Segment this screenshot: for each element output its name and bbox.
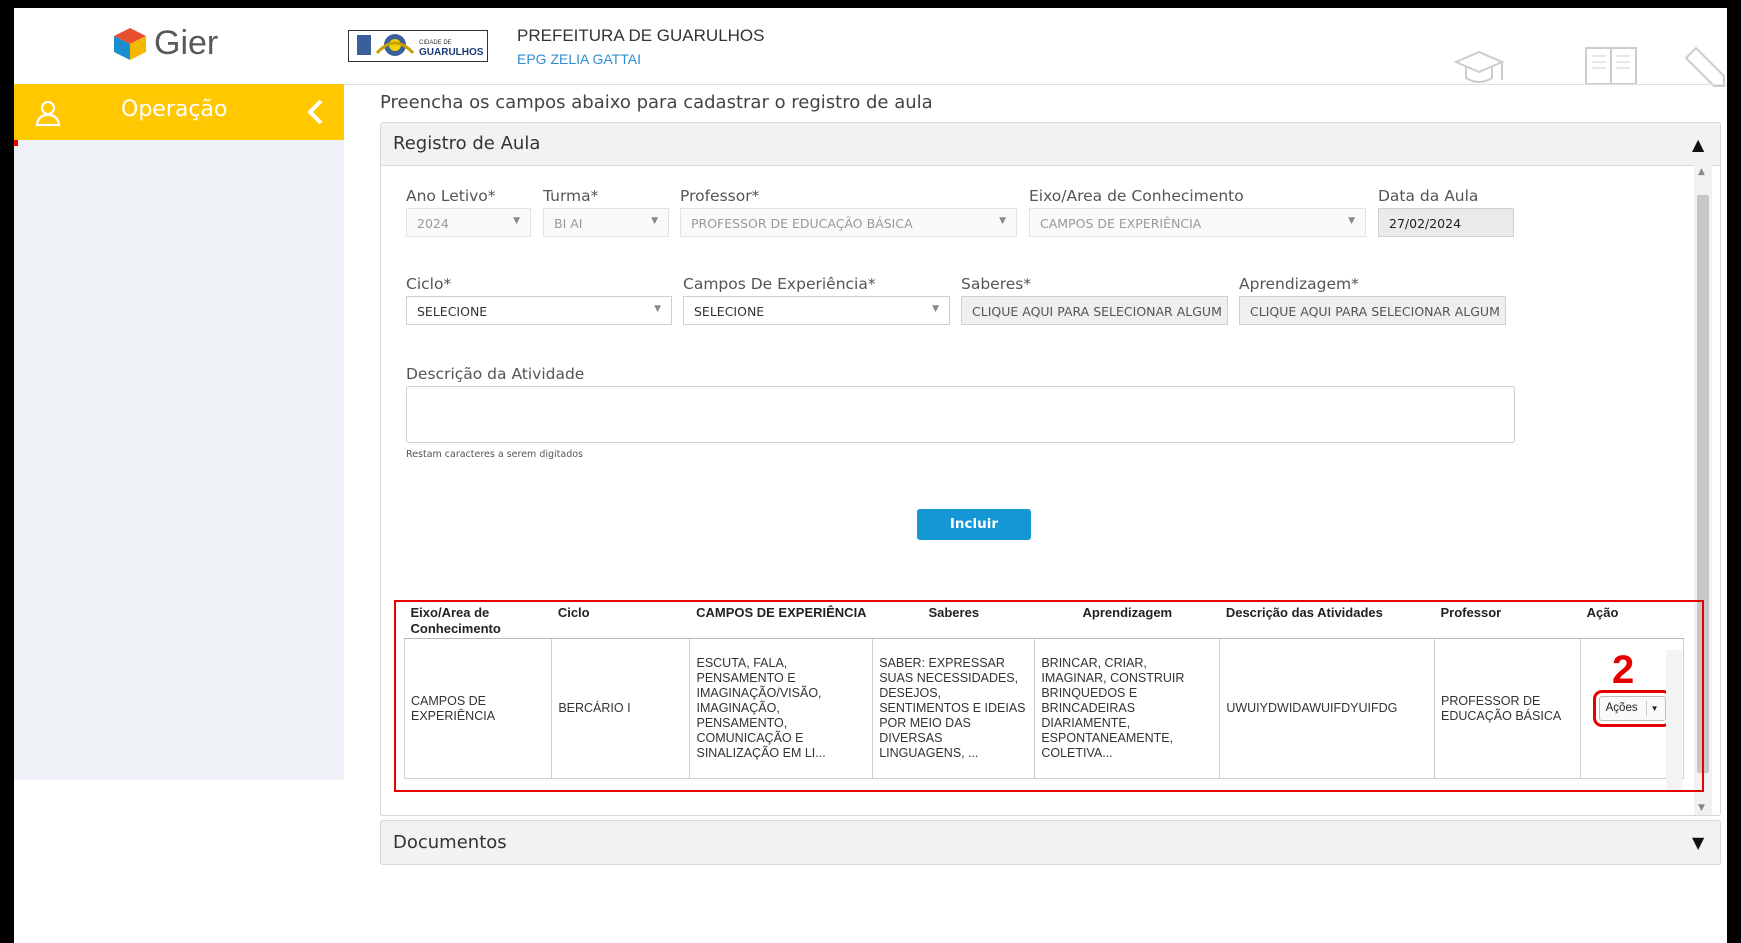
- app-window: Gier CIDADE DE GUARULHOS PREFEITURA DE G…: [14, 8, 1727, 943]
- label-aprendizagem: Aprendizagem*: [1239, 275, 1359, 293]
- prefeitura-title: PREFEITURA DE GUARULHOS: [517, 26, 765, 45]
- table-row: CAMPOS DE EXPERIÊNCIA BERCÁRIO I ESCUTA,…: [403, 638, 1684, 779]
- campos-value: SELECIONE: [694, 304, 765, 319]
- ciclo-value: SELECIONE: [417, 304, 488, 319]
- char-count-hint: Restam caracteres a serem digitados: [406, 449, 583, 460]
- col-header: Ciclo: [551, 604, 690, 639]
- scroll-up-icon[interactable]: ▲: [1698, 167, 1705, 177]
- book-icon[interactable]: [1582, 44, 1640, 88]
- cell-ciclo: BERCÁRIO I: [551, 638, 691, 779]
- gier-logo-icon: [112, 26, 148, 62]
- incluir-button[interactable]: Incluir: [917, 509, 1031, 540]
- cell-campos: ESCUTA, FALA, PENSAMENTO E IMAGINAÇÃO/VI…: [689, 638, 874, 779]
- school-name: EPG ZELIA GATTAI: [517, 51, 641, 67]
- expand-triangle-icon[interactable]: ▼: [1692, 833, 1704, 852]
- data-aula-field[interactable]: 27/02/2024: [1378, 208, 1514, 237]
- active-marker: [14, 140, 18, 146]
- header-divider: [344, 84, 1727, 85]
- col-header: Professor: [1434, 604, 1581, 639]
- table-header-row: Eixo/Area de Conhecimento Ciclo CAMPOS D…: [404, 604, 1684, 639]
- chevron-down-icon: ▼: [654, 304, 661, 314]
- acoes-dropdown-button[interactable]: Ações ▼: [1592, 690, 1672, 727]
- turma-value: BI AI: [554, 216, 583, 231]
- label-ano-letivo: Ano Letivo*: [406, 187, 496, 205]
- ano-letivo-select[interactable]: 2024 ▼: [406, 208, 531, 237]
- professor-select[interactable]: PROFESSOR DE EDUCAÇÃO BÁSICA ▼: [680, 208, 1017, 237]
- chevron-down-icon: ▼: [651, 216, 658, 226]
- svg-text:GUARULHOS: GUARULHOS: [419, 47, 484, 58]
- col-header: Eixo/Area de Conhecimento: [404, 604, 552, 639]
- scroll-down-icon[interactable]: ▼: [1698, 803, 1705, 813]
- cell-professor: PROFESSOR DE EDUCAÇÃO BÁSICA: [1434, 638, 1582, 779]
- col-header: CAMPOS DE EXPERIÊNCIA: [689, 604, 873, 639]
- label-professor: Professor*: [680, 187, 760, 205]
- label-descricao: Descrição da Atividade: [406, 365, 585, 383]
- eixo-select[interactable]: CAMPOS DE EXPERIÊNCIA ▼: [1029, 208, 1366, 237]
- eixo-value: CAMPOS DE EXPERIÊNCIA: [1040, 216, 1202, 231]
- cell-saberes: SABER: EXPRESSAR SUAS NECESSIDADES, DESE…: [872, 638, 1036, 779]
- page-instructions: Preencha os campos abaixo para cadastrar…: [380, 92, 933, 113]
- app-name: Gier: [154, 24, 219, 62]
- cell-descricao: UWUIYDWIDAWUIFDYUIFDG: [1219, 638, 1436, 779]
- col-header: Saberes: [872, 604, 1035, 639]
- panel-header[interactable]: Registro de Aula ▲: [381, 123, 1720, 166]
- registros-table: Eixo/Area de Conhecimento Ciclo CAMPOS D…: [403, 604, 1684, 779]
- acoes-label: Ações: [1605, 702, 1638, 714]
- col-header: Aprendizagem: [1034, 604, 1220, 639]
- svg-text:CIDADE DE: CIDADE DE: [419, 40, 452, 46]
- annotation-marker-2: 2: [1612, 648, 1635, 692]
- sidebar: [14, 84, 344, 780]
- col-header: Descrição das Atividades: [1219, 604, 1435, 639]
- ciclo-select[interactable]: SELECIONE ▼: [406, 296, 672, 325]
- city-crest-logo: CIDADE DE GUARULHOS: [348, 30, 488, 62]
- professor-value: PROFESSOR DE EDUCAÇÃO BÁSICA: [691, 216, 913, 231]
- sidebar-item-operacao[interactable]: Operação: [14, 84, 344, 140]
- cell-aprendizagem: BRINCAR, CRIAR, IMAGINAR, CONSTRUIR BRIN…: [1034, 638, 1221, 779]
- campos-select[interactable]: SELECIONE ▼: [683, 296, 950, 325]
- descricao-textarea[interactable]: [406, 386, 1515, 443]
- label-saberes: Saberes*: [961, 275, 1032, 293]
- panel-title: Registro de Aula: [393, 133, 541, 154]
- label-campos: Campos De Experiência*: [683, 275, 876, 293]
- caret-down-icon: ▼: [1645, 701, 1659, 716]
- user-icon: [34, 99, 62, 127]
- label-ciclo: Ciclo*: [406, 275, 452, 293]
- label-data-aula: Data da Aula: [1378, 187, 1479, 205]
- ano-letivo-value: 2024: [417, 216, 449, 231]
- col-header: Ação: [1580, 604, 1684, 639]
- documentos-title: Documentos: [393, 832, 507, 853]
- chevron-down-icon: ▼: [513, 216, 520, 226]
- documentos-panel[interactable]: Documentos ▼: [380, 820, 1721, 865]
- label-eixo: Eixo/Area de Conhecimento: [1029, 187, 1244, 205]
- sidebar-item-label: Operação: [121, 97, 228, 122]
- chevron-down-icon: ▼: [1348, 216, 1355, 226]
- chevron-down-icon: ▼: [999, 216, 1006, 226]
- cell-eixo: CAMPOS DE EXPERIÊNCIA: [403, 638, 553, 779]
- label-turma: Turma*: [543, 187, 599, 205]
- collapse-sidebar-icon[interactable]: [304, 98, 328, 126]
- graduation-cap-icon[interactable]: [1452, 48, 1506, 88]
- collapse-triangle-icon[interactable]: ▲: [1692, 135, 1704, 154]
- chevron-down-icon: ▼: [932, 304, 939, 314]
- aprendizagem-multiselect[interactable]: CLIQUE AQUI PARA SELECIONAR ALGUM: [1239, 296, 1506, 325]
- table-scrollbar[interactable]: [1666, 650, 1682, 790]
- turma-select[interactable]: BI AI ▼: [543, 208, 669, 237]
- saberes-multiselect[interactable]: CLIQUE AQUI PARA SELECIONAR ALGUM: [961, 296, 1228, 325]
